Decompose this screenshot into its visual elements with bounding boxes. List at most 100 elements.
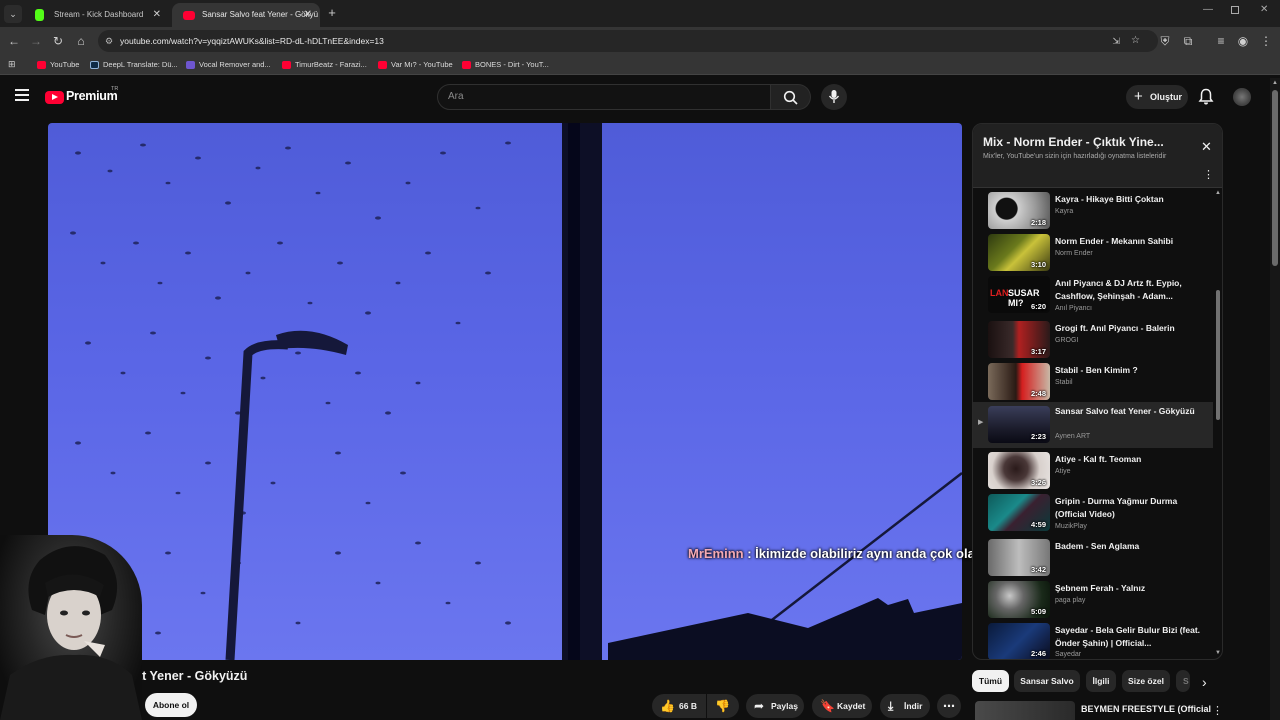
extensions-icon[interactable]: ⧉ [1179, 32, 1197, 50]
reload-icon[interactable]: ↻ [49, 32, 67, 50]
video-thumbnail: 2:18 [988, 192, 1050, 229]
share-button[interactable]: ➦ Paylaş [746, 694, 804, 718]
install-icon[interactable]: ⇲ [1112, 30, 1120, 52]
playlist-item[interactable]: 5:09 Şebnem Ferah - Yalnız paga play [973, 580, 1213, 622]
share-icon: ➦ [754, 699, 765, 713]
video-player[interactable] [48, 123, 962, 660]
item-channel: Stabil [1055, 379, 1073, 386]
bookmark-deepl[interactable]: DeepL Translate: Dü... [90, 58, 178, 72]
bookmark-youtube[interactable]: YouTube [37, 58, 79, 72]
more-actions-button[interactable]: ⋯ [937, 694, 961, 718]
item-title: Badem - Sen Aglama [1055, 541, 1140, 551]
site-info-icon[interactable]: ⚙ [105, 30, 113, 52]
streamer-silhouette [0, 546, 142, 720]
next-video-menu-icon[interactable]: ⋮ [1212, 704, 1223, 717]
logo-text: Premium [66, 89, 118, 103]
dislike-button[interactable]: 👎 [707, 694, 739, 718]
close-tab-icon[interactable]: ✕ [304, 3, 312, 27]
next-video-thumbnail[interactable] [975, 701, 1075, 720]
item-channel: Anıl Piyancı [1055, 305, 1092, 312]
voice-search-button[interactable] [821, 84, 847, 110]
close-window-icon[interactable]: ✕ [1260, 4, 1268, 15]
bookmark-label: BONES - Dirt - YouT... [475, 60, 549, 69]
tab-search-button[interactable]: ⌄ [4, 5, 22, 23]
chip-for-you[interactable]: Size özel [1122, 670, 1170, 692]
item-title: Şebnem Ferah - Yalnız [1055, 583, 1146, 593]
chip-more[interactable]: S [1176, 670, 1190, 692]
item-channel: paga play [1055, 597, 1086, 604]
bookmarks-bar: ⊞ YouTube DeepL Translate: Dü... Vocal R… [0, 55, 1280, 75]
subscribe-button[interactable]: Abone ol [145, 693, 197, 717]
playlist-item[interactable]: 3:26 Atiye - Kal ft. Teoman Atiye [973, 451, 1213, 493]
bookmark-bones-dirt[interactable]: BONES - Dirt - YouT... [462, 58, 549, 72]
video-thumbnail: 2:48 [988, 363, 1050, 400]
new-tab-button[interactable]: + [324, 5, 340, 21]
playlist-header: Mix - Norm Ender - Çıktık Yine... Mix'le… [973, 124, 1222, 188]
duration-badge: 2:18 [1030, 218, 1046, 227]
download-button[interactable]: ⤓ İndir [880, 694, 930, 718]
youtube-logo[interactable]: Premium TR [45, 86, 135, 107]
notifications-bell-icon[interactable] [1198, 88, 1214, 106]
chat-username: MrEminn [688, 546, 744, 561]
next-video-title[interactable]: BEYMEN FREESTYLE (Official [1081, 704, 1211, 714]
apps-grid-icon[interactable]: ⊞ [8, 59, 16, 70]
hamburger-menu-icon[interactable] [15, 89, 29, 101]
playlist-item[interactable]: 2:46 Sayedar - Bela Gelir Bulur Bizi (fe… [973, 622, 1213, 659]
duration-badge: 2:46 [1030, 649, 1046, 658]
share-label: Paylaş [771, 701, 798, 711]
playlist-menu-icon[interactable]: ⋮ [1203, 168, 1214, 181]
address-bar[interactable]: ⚙ youtube.com/watch?v=yqqiztAWUKs&list=R… [98, 30, 1158, 52]
create-button[interactable]: + Oluştur [1126, 85, 1188, 109]
bookmark-timurbeatz[interactable]: TimurBeatz - Farazi... [282, 58, 367, 72]
chip-related[interactable]: İlgili [1086, 670, 1116, 692]
forward-icon[interactable]: → [27, 32, 45, 50]
playlist-scrollbar[interactable]: ▲ ▼ [1215, 190, 1221, 659]
playlist-title[interactable]: Mix - Norm Ender - Çıktık Yine... [983, 135, 1164, 149]
video-frame [70, 123, 962, 660]
profile-icon[interactable]: ◉ [1234, 32, 1252, 50]
avatar[interactable] [1233, 88, 1251, 106]
playlist-item[interactable]: LAN SUSAR MI? 6:20 Anıl Piyancı & DJ Artz… [973, 275, 1213, 317]
item-title: Anıl Piyancı & DJ Artz ft. Eypio, Cashfl… [1055, 278, 1182, 301]
minimize-icon[interactable]: — [1203, 4, 1215, 15]
back-icon[interactable]: ← [5, 32, 23, 50]
video-thumbnail: 5:09 [988, 581, 1050, 618]
maximize-icon[interactable] [1231, 6, 1239, 14]
tab-youtube-video[interactable]: Sansar Salvo feat Yener - Gökyü ✕ [172, 3, 320, 27]
video-thumbnail: 3:10 [988, 234, 1050, 271]
close-tab-icon[interactable]: ✕ [153, 3, 161, 27]
chevron-right-icon[interactable]: › [1202, 674, 1207, 690]
bookmark-star-icon[interactable]: ☆ [1131, 30, 1140, 52]
playlist-item[interactable]: 3:42 Badem - Sen Aglama [973, 538, 1213, 580]
playlist-item-current[interactable]: ▶ 2:23 Sansar Salvo feat Yener - Gökyüzü… [973, 402, 1213, 448]
bookmark-vocal-remover[interactable]: Vocal Remover and... [186, 58, 271, 72]
duration-badge: 3:17 [1030, 347, 1046, 356]
save-button[interactable]: 🔖 Kaydet [812, 694, 872, 718]
playlist-item[interactable]: 2:18 Kayra - Hikaye Bitti Çoktan Kayra [973, 191, 1213, 233]
home-icon[interactable]: ⌂ [72, 32, 90, 50]
media-icon[interactable]: ≡ [1212, 32, 1230, 50]
search-button[interactable] [771, 84, 811, 110]
scroll-thumb[interactable] [1216, 290, 1220, 420]
scroll-thumb[interactable] [1272, 90, 1278, 266]
chip-all[interactable]: Tümü [972, 670, 1009, 692]
shield-icon[interactable]: ⛨ [1156, 32, 1174, 50]
vocal-remover-icon [186, 61, 195, 69]
tab-label: Stream - Kick Dashboard [54, 10, 144, 19]
bookmark-var-mi[interactable]: Var Mı? - YouTube [378, 58, 453, 72]
bookmark-label: DeepL Translate: Dü... [103, 60, 178, 69]
playlist-item[interactable]: 3:10 Norm Ender - Mekanın Sahibi Norm En… [973, 233, 1213, 275]
chip-sansar-salvo[interactable]: Sansar Salvo [1014, 670, 1080, 692]
duration-badge: 5:09 [1030, 607, 1046, 616]
playlist-item[interactable]: 2:48 Stabil - Ben Kimim ? Stabil [973, 362, 1213, 404]
item-title: Stabil - Ben Kimim ? [1055, 365, 1138, 375]
browser-menu-icon[interactable]: ⋮ [1257, 32, 1275, 50]
page-scrollbar[interactable]: ▲ [1270, 78, 1280, 720]
search-input[interactable]: Ara [437, 84, 771, 110]
playlist-item[interactable]: 4:59 Gripin - Durma Yağmur Durma (Offici… [973, 493, 1213, 535]
tab-kick-dashboard[interactable]: Stream - Kick Dashboard ✕ [24, 3, 169, 27]
like-button[interactable]: 👍 66 B [652, 694, 706, 718]
item-channel: Atiye [1055, 468, 1071, 475]
playlist-item[interactable]: 3:17 Grogi ft. Anıl Piyancı - Balerin GR… [973, 320, 1213, 362]
close-playlist-icon[interactable]: ✕ [1201, 139, 1212, 155]
